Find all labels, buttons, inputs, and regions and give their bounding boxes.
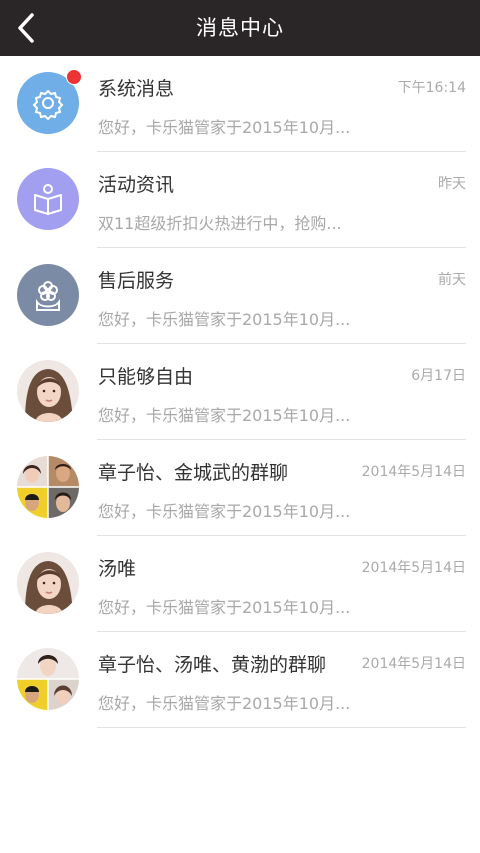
message-time: 昨天 <box>438 176 466 192</box>
user-photo-icon <box>17 360 79 422</box>
group-photo-icon <box>17 648 79 710</box>
message-preview: 您好，卡乐猫管家于2015年10月... <box>98 310 351 329</box>
message-item-activity[interactable]: 活动资讯 昨天 双11超级折扣火热进行中，抢购... <box>0 152 480 248</box>
avatar <box>17 648 79 710</box>
message-time: 前天 <box>438 272 466 288</box>
message-preview: 双11超级折扣火热进行中，抢购... <box>98 214 342 233</box>
message-title: 系统消息 <box>98 78 175 100</box>
message-title: 汤唯 <box>98 558 137 580</box>
user-photo-icon <box>17 552 79 614</box>
message-item-system[interactable]: 系统消息 下午16:14 您好，卡乐猫管家于2015年10月... <box>0 56 480 152</box>
group-photo-icon <box>17 456 79 518</box>
flower-icon <box>17 264 79 326</box>
message-list: 系统消息 下午16:14 您好，卡乐猫管家于2015年10月... 活动资讯 昨… <box>0 56 480 728</box>
message-preview: 您好，卡乐猫管家于2015年10月... <box>98 694 351 713</box>
avatar <box>17 456 79 518</box>
message-time: 下午16:14 <box>397 80 466 96</box>
message-item-after-sales[interactable]: 售后服务 前天 您好，卡乐猫管家于2015年10月... <box>0 248 480 344</box>
message-time: 2014年5月14日 <box>361 656 466 672</box>
book-icon <box>17 168 79 230</box>
message-preview: 您好，卡乐猫管家于2015年10月... <box>98 502 351 521</box>
unread-badge <box>66 69 82 85</box>
message-title: 章子怡、汤唯、黄渤的群聊 <box>98 654 327 676</box>
page-title: 消息中心 <box>196 16 284 40</box>
message-title: 售后服务 <box>98 270 175 292</box>
message-item-group-chat[interactable]: 章子怡、汤唯、黄渤的群聊 2014年5月14日 您好，卡乐猫管家于2015年10… <box>0 632 480 728</box>
message-preview: 您好，卡乐猫管家于2015年10月... <box>98 598 351 617</box>
divider <box>97 727 466 728</box>
avatar <box>17 552 79 614</box>
message-title: 活动资讯 <box>98 174 175 196</box>
message-preview: 您好，卡乐猫管家于2015年10月... <box>98 406 351 425</box>
avatar <box>17 168 79 230</box>
message-preview: 您好，卡乐猫管家于2015年10月... <box>98 118 351 137</box>
header-bar: 消息中心 <box>0 0 480 56</box>
message-time: 6月17日 <box>411 368 466 384</box>
message-item-chat[interactable]: 只能够自由 6月17日 您好，卡乐猫管家于2015年10月... <box>0 344 480 440</box>
message-title: 章子怡、金城武的群聊 <box>98 462 289 484</box>
message-title: 只能够自由 <box>98 366 194 388</box>
avatar <box>17 264 79 326</box>
message-item-group-chat[interactable]: 章子怡、金城武的群聊 2014年5月14日 您好，卡乐猫管家于2015年10月.… <box>0 440 480 536</box>
message-item-chat[interactable]: 汤唯 2014年5月14日 您好，卡乐猫管家于2015年10月... <box>0 536 480 632</box>
avatar <box>17 360 79 422</box>
avatar <box>17 69 82 134</box>
message-time: 2014年5月14日 <box>361 464 466 480</box>
message-time: 2014年5月14日 <box>361 560 466 576</box>
